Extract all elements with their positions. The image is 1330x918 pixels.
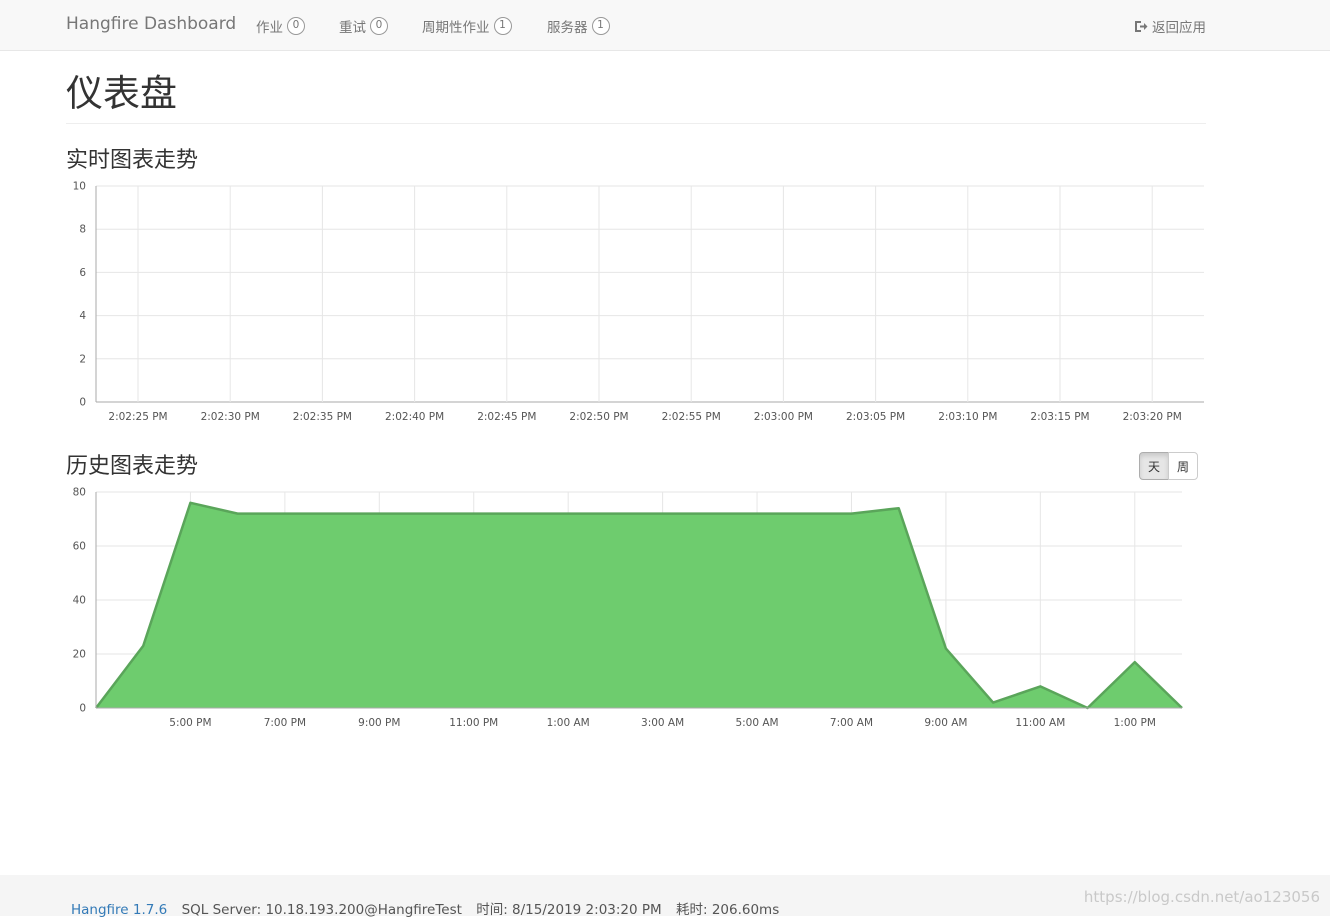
x-tick-label: 2:02:25 PM <box>108 411 167 423</box>
y-tick-label: 2 <box>79 353 86 365</box>
nav-item-label: 周期性作业 <box>422 20 490 36</box>
y-tick-label: 4 <box>79 310 86 322</box>
page-title: 仪表盘 <box>66 72 177 115</box>
y-tick-label: 6 <box>79 267 86 279</box>
y-tick-label: 10 <box>73 181 86 193</box>
period-toggle: 天 周 <box>1139 452 1199 480</box>
nav-item-label: 作业 <box>256 20 283 36</box>
x-tick-label: 1:00 PM <box>1114 717 1156 729</box>
history-chart-heading: 历史图表走势 <box>66 454 199 479</box>
x-tick-label: 2:02:50 PM <box>569 411 628 423</box>
x-tick-label: 2:02:35 PM <box>293 411 352 423</box>
y-tick-label: 0 <box>79 397 86 409</box>
x-tick-label: 5:00 AM <box>735 717 778 729</box>
x-tick-label: 3:00 AM <box>641 717 684 729</box>
x-tick-label: 2:02:30 PM <box>201 411 260 423</box>
x-tick-label: 2:03:20 PM <box>1123 411 1182 423</box>
realtime-chart: 0 2 4 6 8 10 2:02:25 PM 2:02:30 PM 2:02:35 PM 2:0… <box>73 181 1204 423</box>
sign-out-icon <box>1135 20 1148 32</box>
top-navbar: Hangfire Dashboard 作业 0 重试 0 周期性作业 1 服务器… <box>0 0 1330 51</box>
x-tick-label: 11:00 AM <box>1015 717 1065 729</box>
brand-link[interactable]: Hangfire Dashboard <box>66 14 236 34</box>
x-tick-label: 1:00 AM <box>547 717 590 729</box>
x-tick-label: 7:00 PM <box>264 717 306 729</box>
count-badge: 1 <box>493 17 512 35</box>
y-tick-label: 40 <box>73 595 86 607</box>
watermark: https://blog.csdn.net/ao123056 <box>1083 888 1320 906</box>
back-to-app-link[interactable]: 返回应用 <box>1134 16 1206 36</box>
y-tick-label: 8 <box>79 224 86 236</box>
nav-item-retries[interactable]: 重试 0 <box>339 16 388 36</box>
x-tick-label: 2:02:45 PM <box>477 411 536 423</box>
x-tick-label: 2:03:15 PM <box>1030 411 1089 423</box>
x-tick-label: 9:00 PM <box>358 717 400 729</box>
count-badge: 0 <box>370 17 388 35</box>
nav-item-recurring-jobs[interactable]: 周期性作业 1 <box>422 16 512 36</box>
nav-item-label: 重试 <box>339 20 366 36</box>
y-tick-label: 60 <box>73 541 86 553</box>
y-tick-label: 20 <box>73 649 86 661</box>
footer: Hangfire 1.7.6 SQL Server: 10.18.193.200… <box>0 875 1330 918</box>
y-tick-label: 80 <box>73 487 86 499</box>
x-tick-label: 2:03:10 PM <box>938 411 997 423</box>
day-button[interactable]: 天 <box>1139 452 1170 480</box>
count-badge: 1 <box>591 17 610 35</box>
footer-info: Hangfire 1.7.6 SQL Server: 10.18.193.200… <box>71 898 789 918</box>
week-button[interactable]: 周 <box>1168 452 1199 480</box>
y-tick-label: 0 <box>79 703 86 715</box>
succeeded-area <box>96 502 1182 708</box>
count-badge: 0 <box>287 17 305 35</box>
title-divider <box>66 123 1206 124</box>
x-tick-label: 9:00 AM <box>924 717 967 729</box>
x-tick-label: 11:00 PM <box>449 717 498 729</box>
x-tick-label: 2:03:05 PM <box>846 411 905 423</box>
x-tick-label: 2:03:00 PM <box>754 411 813 423</box>
x-tick-label: 2:02:40 PM <box>385 411 444 423</box>
nav-item-servers[interactable]: 服务器 1 <box>547 16 610 36</box>
nav-item-jobs[interactable]: 作业 0 <box>256 16 305 36</box>
x-tick-label: 2:02:55 PM <box>662 411 721 423</box>
x-tick-label: 7:00 AM <box>830 717 873 729</box>
history-chart: 0 20 40 60 80 5:00 PM 7:00 PM 9:00 PM 11:00 PM 1:… <box>73 487 1183 729</box>
nav-item-label: 服务器 <box>547 20 588 36</box>
realtime-chart-heading: 实时图表走势 <box>66 148 199 173</box>
back-to-app-label: 返回应用 <box>1152 20 1206 36</box>
x-tick-label: 5:00 PM <box>169 717 211 729</box>
